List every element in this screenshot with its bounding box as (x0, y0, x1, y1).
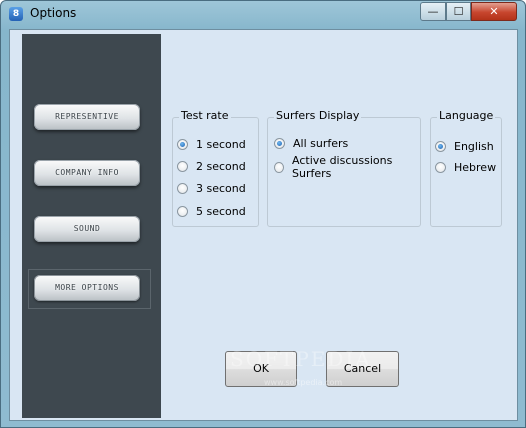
radio-hebrew[interactable]: Hebrew (435, 159, 496, 175)
close-button[interactable]: ✕ (471, 2, 517, 21)
test-rate-title: Test rate (179, 109, 231, 122)
surfers-display-title: Surfers Display (274, 109, 362, 122)
radio-button[interactable] (177, 182, 188, 194)
radio-button-checked[interactable] (274, 137, 285, 149)
radio-label: Hebrew (454, 160, 497, 174)
radio-all-surfers[interactable]: All surfers (274, 135, 348, 151)
radio-button-checked[interactable] (177, 138, 188, 150)
radio-5-second[interactable]: 5 second (177, 203, 246, 219)
sidebar-item-sound[interactable]: SOUND (34, 216, 140, 242)
language-group: Language English Hebrew (430, 109, 502, 227)
cancel-button[interactable]: Cancel (326, 351, 399, 387)
radio-1-second[interactable]: 1 second (177, 136, 246, 152)
maximize-button[interactable]: ☐ (446, 2, 471, 21)
dialog-client-area: REPRESENTIVE COMPANY INFO SOUND MORE OPT… (9, 29, 518, 421)
radio-button[interactable] (274, 161, 285, 173)
options-window: 8 Options — ☐ ✕ REPRESENTIVE COMPANY INF… (0, 0, 526, 428)
radio-button[interactable] (435, 161, 446, 173)
radio-label: English (454, 139, 494, 153)
minimize-button[interactable]: — (420, 2, 446, 21)
surfers-display-group: Surfers Display All surfers Active discu… (267, 109, 421, 227)
radio-button-checked[interactable] (435, 140, 446, 152)
radio-label: 2 second (196, 159, 246, 173)
radio-button[interactable] (177, 205, 188, 217)
radio-button[interactable] (177, 160, 188, 172)
radio-label: Active discussions Surfers (292, 154, 393, 180)
sidebar-item-representive[interactable]: REPRESENTIVE (34, 104, 140, 130)
ok-button[interactable]: OK (225, 351, 297, 387)
sidebar-item-more-options[interactable]: MORE OPTIONS (34, 275, 140, 301)
app-icon[interactable]: 8 (9, 7, 23, 21)
radio-label: 3 second (196, 181, 246, 195)
radio-3-second[interactable]: 3 second (177, 180, 246, 196)
language-title: Language (437, 109, 496, 122)
sidebar-item-company-info[interactable]: COMPANY INFO (34, 160, 140, 186)
radio-active-discussions-surfers[interactable]: Active discussions Surfers (274, 154, 420, 180)
radio-2-second[interactable]: 2 second (177, 158, 246, 174)
test-rate-group: Test rate 1 second 2 second 3 second 5 s… (172, 109, 259, 227)
sidebar: REPRESENTIVE COMPANY INFO SOUND MORE OPT… (22, 34, 161, 418)
title-bar[interactable]: 8 Options — ☐ ✕ (1, 1, 525, 29)
window-title: Options (30, 6, 77, 20)
radio-english[interactable]: English (435, 138, 494, 154)
radio-label: 1 second (196, 137, 246, 151)
radio-label: 5 second (196, 204, 246, 218)
radio-label: All surfers (293, 136, 349, 150)
